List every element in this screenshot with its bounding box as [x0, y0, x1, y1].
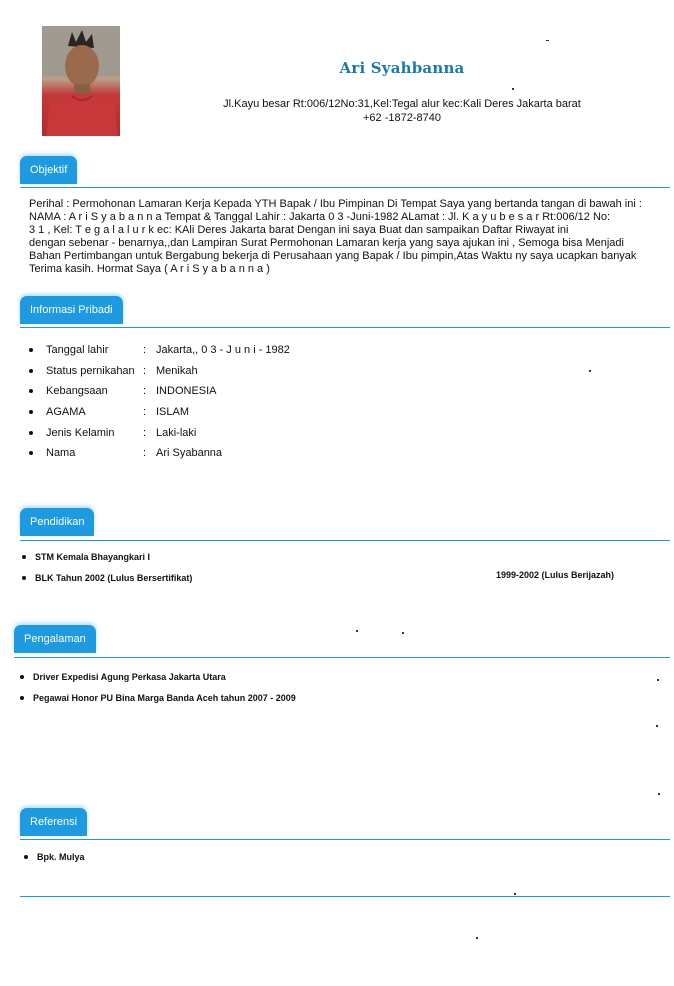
- list-item: Tanggal lahir: Jakarta,, 0 3 - J u n i - …: [24, 340, 290, 361]
- experience-item: Driver Expedisi Agung Perkasa Jakarta Ut…: [33, 671, 226, 682]
- list-item: AGAMA: ISLAM: [24, 402, 290, 423]
- info-separator: :: [143, 426, 147, 439]
- list-item: Bpk. Mulya: [24, 846, 85, 867]
- section-rule: [20, 187, 670, 188]
- section-tab-pendidikan: Pendidikan: [20, 508, 95, 536]
- reference-list: Bpk. Mulya: [24, 846, 85, 867]
- bottom-rule: [20, 896, 670, 897]
- reference-item: Bpk. Mulya: [37, 851, 85, 862]
- education-list: STM Kemala Bhayangkari I BLK Tahun 2002 …: [22, 546, 192, 588]
- list-item: Status pernikahan: Menikah: [24, 361, 290, 382]
- objektif-paragraph: Perihal : Permohonan Lamaran Kerja Kepad…: [29, 198, 659, 276]
- experience-list: Driver Expedisi Agung Perkasa Jakarta Ut…: [20, 666, 296, 708]
- bullet-icon: [24, 854, 28, 859]
- bullet-icon: [29, 368, 33, 373]
- education-period: 1999-2002 (Lulus Berijazah): [496, 570, 615, 580]
- section-rule: [14, 657, 670, 658]
- scan-speck: [546, 40, 549, 41]
- education-item: STM Kemala Bhayangkari I: [35, 551, 151, 562]
- address-line: Jl.Kayu besar Rt:006/12No:31,Kel:Tegal a…: [223, 98, 581, 110]
- info-label: Status pernikahan: [46, 364, 135, 377]
- objektif-line: Perihal : Permohonan Lamaran Kerja Kepad…: [29, 198, 642, 210]
- bullet-icon: [29, 451, 33, 456]
- info-label: Nama: [46, 447, 76, 460]
- list-item: Nama: Ari Syabanna: [24, 443, 290, 464]
- phone-line: +62 -1872-8740: [363, 112, 441, 124]
- experience-item: Pegawai Honor PU Bina Marga Banda Aceh t…: [33, 692, 296, 703]
- scan-speck: [514, 893, 516, 895]
- list-item: Jenis Kelamin: Laki-laki: [24, 422, 290, 443]
- bullet-icon: [29, 348, 33, 353]
- info-label: Jenis Kelamin: [46, 426, 115, 439]
- section-tab-referensi: Referensi: [20, 808, 88, 836]
- scan-speck: [657, 679, 659, 681]
- bullet-icon: [20, 695, 24, 700]
- info-separator: :: [143, 364, 147, 377]
- section-tab-informasi: Informasi Pribadi: [20, 296, 123, 324]
- info-value: ISLAM: [156, 406, 190, 419]
- scan-speck: [589, 370, 591, 372]
- scan-speck: [658, 793, 660, 795]
- objektif-line: Terima kasih. Hormat Saya ( A r i S y a …: [29, 263, 270, 275]
- bullet-icon: [29, 389, 33, 394]
- info-label: Kebangsaan: [46, 385, 108, 398]
- bullet-icon: [29, 430, 33, 435]
- contact-block: Jl.Kayu besar Rt:006/12No:31,Kel:Tegal a…: [200, 97, 604, 125]
- info-value: Jakarta,, 0 3 - J u n i - 1982: [156, 344, 290, 357]
- scan-speck: [356, 630, 358, 632]
- info-separator: :: [143, 406, 147, 419]
- scan-speck: [512, 88, 514, 90]
- section-rule: [20, 327, 670, 328]
- personal-info-list: Tanggal lahir: Jakarta,, 0 3 - J u n i - …: [24, 340, 290, 464]
- section-tab-pengalaman: Pengalaman: [14, 625, 96, 653]
- objektif-line: 3 1 , Kel: T e g a l a l u r k ec: KAli …: [29, 224, 569, 236]
- education-item: BLK Tahun 2002 (Lulus Bersertifikat): [35, 572, 193, 583]
- info-value: Menikah: [156, 364, 198, 377]
- bullet-icon: [20, 674, 24, 679]
- info-separator: :: [143, 385, 147, 398]
- bullet-icon: [22, 575, 26, 580]
- info-value: INDONESIA: [156, 385, 217, 398]
- bullet-icon: [22, 554, 26, 559]
- section-tab-objektif: Objektif: [20, 156, 78, 184]
- scan-speck: [476, 937, 478, 939]
- objektif-line: NAMA : A r i S y a b a n n a Tempat & Ta…: [29, 211, 611, 223]
- list-item: Kebangsaan: INDONESIA: [24, 381, 290, 402]
- applicant-name: Ari Syahbanna: [339, 59, 465, 77]
- info-value: Ari Syabanna: [156, 447, 223, 460]
- bullet-icon: [29, 410, 33, 415]
- scan-speck: [656, 725, 658, 727]
- objektif-line: dengan sebenar - benarnya,,dan Lampiran …: [29, 237, 624, 249]
- section-rule: [20, 540, 670, 541]
- objektif-line: Bahan Pertimbangan untuk Bergabung beker…: [29, 250, 637, 262]
- info-value: Laki-laki: [156, 426, 197, 439]
- list-item: Pegawai Honor PU Bina Marga Banda Aceh t…: [20, 687, 296, 708]
- info-label: Tanggal lahir: [46, 344, 109, 357]
- info-label: AGAMA: [46, 406, 86, 419]
- scan-speck: [402, 632, 404, 634]
- info-separator: :: [143, 344, 147, 357]
- list-item: Driver Expedisi Agung Perkasa Jakarta Ut…: [20, 666, 296, 687]
- list-item: STM Kemala Bhayangkari I: [22, 546, 192, 567]
- section-rule: [20, 839, 670, 840]
- info-separator: :: [143, 447, 147, 460]
- list-item: BLK Tahun 2002 (Lulus Bersertifikat): [22, 567, 192, 588]
- profile-photo: [42, 26, 120, 136]
